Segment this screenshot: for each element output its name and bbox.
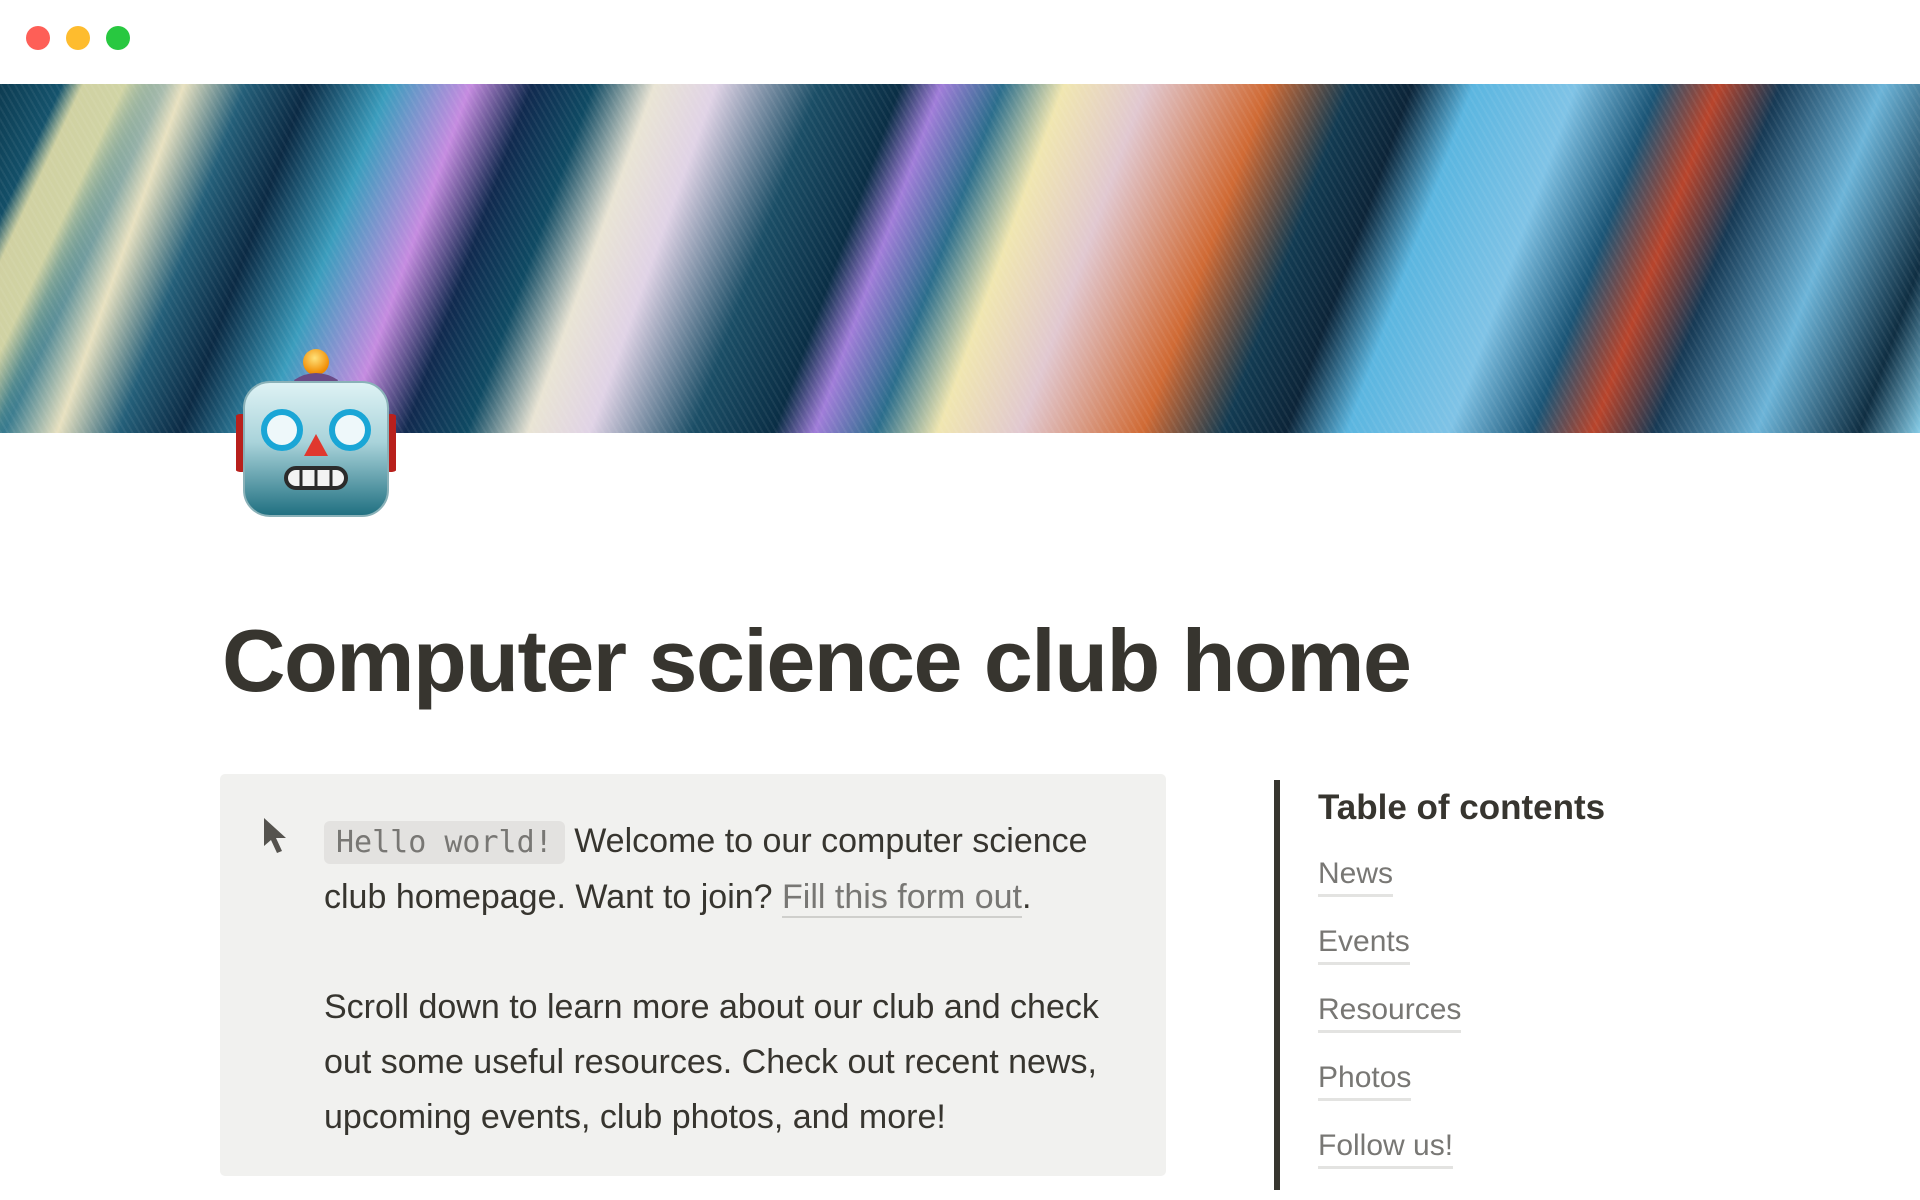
toc-item-resources[interactable]: Resources [1318, 990, 1462, 1033]
robot-face-icon[interactable] [234, 346, 398, 518]
window-titlebar [0, 0, 1920, 84]
toc-item-news[interactable]: News [1318, 854, 1394, 897]
toc-item-photos[interactable]: Photos [1318, 1058, 1412, 1101]
toc-quote-bar [1274, 780, 1280, 1190]
welcome-callout: Hello world! Welcome to our computer sci… [220, 774, 1166, 1176]
minimize-window-button[interactable] [66, 26, 90, 50]
toc-item-follow-us[interactable]: Follow us! [1318, 1126, 1454, 1169]
table-of-contents: Table of contents News Events Resources … [1318, 786, 1605, 1170]
close-window-button[interactable] [26, 26, 50, 50]
callout-paragraph-2[interactable]: Scroll down to learn more about our club… [324, 980, 1126, 1145]
maximize-window-button[interactable] [106, 26, 130, 50]
page-title[interactable]: Computer science club home [222, 610, 1412, 712]
join-form-link[interactable]: Fill this form out [782, 878, 1022, 918]
toc-heading: Table of contents [1318, 788, 1606, 827]
toc-item-events[interactable]: Events [1318, 922, 1410, 965]
cursor-arrow-icon[interactable] [262, 816, 290, 856]
callout-text-end: . [1021, 878, 1032, 916]
inline-code: Hello world! [324, 821, 565, 864]
callout-paragraph-1[interactable]: Hello world! Welcome to our computer sci… [324, 814, 1126, 925]
